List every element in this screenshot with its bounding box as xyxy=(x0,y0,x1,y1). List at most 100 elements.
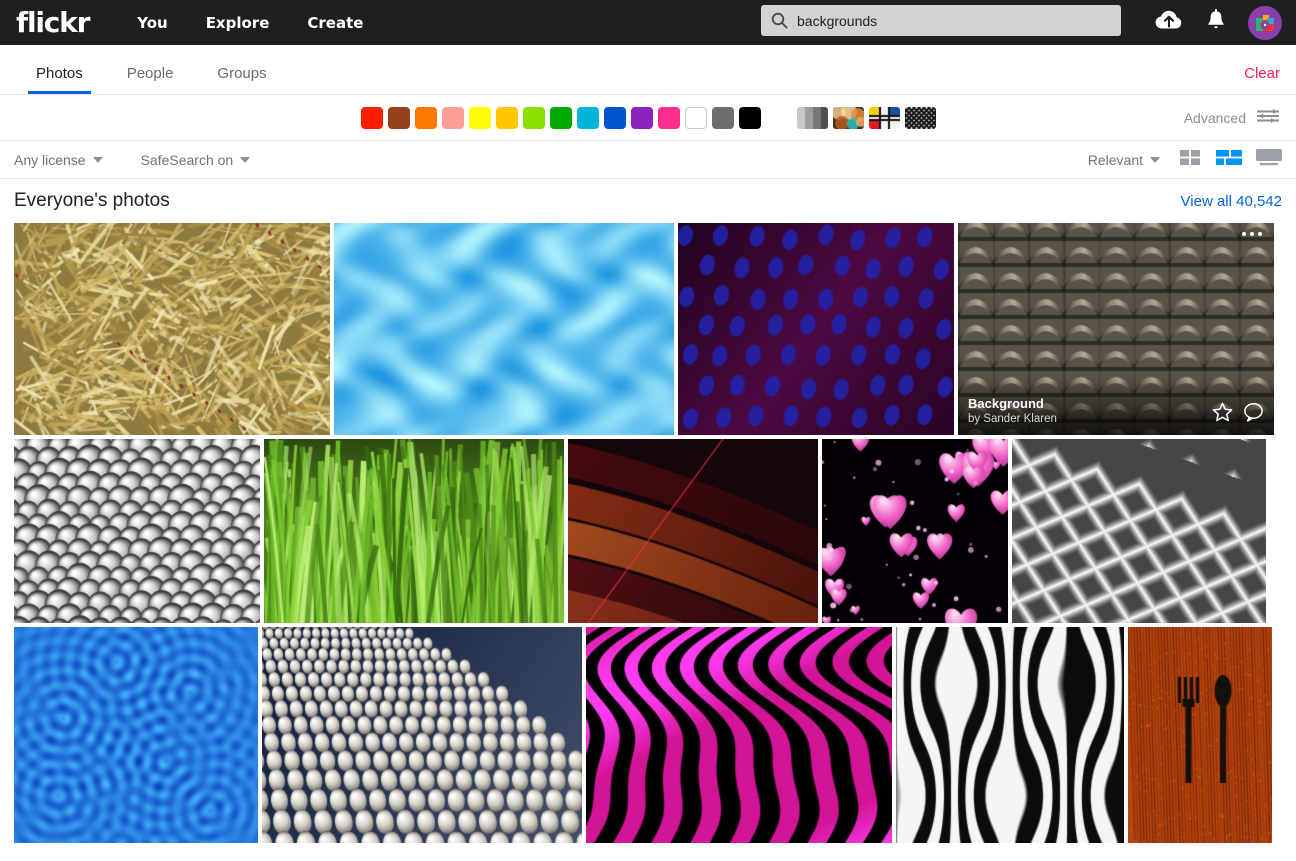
main-nav-links: You Explore Create xyxy=(137,14,363,32)
photo-thumbnail xyxy=(822,439,1008,623)
photo-thumbnail xyxy=(264,439,564,623)
style-swatch-minimalist[interactable] xyxy=(905,107,936,129)
photo-thumbnail xyxy=(14,439,260,623)
sort-dropdown[interactable]: Relevant xyxy=(1088,152,1160,168)
color-swatch-gray[interactable] xyxy=(712,107,734,129)
slideshow-view-icon[interactable] xyxy=(1256,148,1282,171)
photo-meta: Backgroundby Sander Klaren xyxy=(968,396,1212,427)
page-title: Everyone's photos xyxy=(14,190,170,212)
safesearch-dropdown[interactable]: SafeSearch on xyxy=(141,152,251,168)
results-filter-bar: Any license SafeSearch on Relevant xyxy=(0,141,1296,179)
view-controls: Relevant xyxy=(1088,148,1282,171)
photo-actions xyxy=(1212,402,1264,427)
chevron-down-icon xyxy=(240,157,250,163)
view-mode-buttons xyxy=(1180,148,1282,171)
photo-thumbnail xyxy=(334,223,674,435)
color-swatch-yellow-green[interactable] xyxy=(523,107,545,129)
photo-grid: Backgroundby Sander Klaren xyxy=(0,223,1296,843)
optical-stripes-texture[interactable] xyxy=(896,627,1124,843)
view-all-link[interactable]: View all 40,542 xyxy=(1181,193,1282,210)
photo-row: Backgroundby Sander Klaren xyxy=(14,223,1282,435)
style-swatch-black-and-white[interactable] xyxy=(797,107,828,129)
search-icon xyxy=(771,12,788,29)
style-swatch-shallow-depth-of-field[interactable] xyxy=(833,107,864,129)
photo-thumbnail xyxy=(1012,439,1266,623)
color-swatch-blue[interactable] xyxy=(604,107,626,129)
sliders-icon xyxy=(1256,108,1280,127)
nav-link-create[interactable]: Create xyxy=(307,14,363,32)
search-input[interactable] xyxy=(797,13,1097,29)
license-label: Any license xyxy=(14,152,86,168)
photo-row xyxy=(14,627,1282,843)
pool-water-texture[interactable] xyxy=(334,223,674,435)
photo-options-menu-icon[interactable] xyxy=(1242,232,1262,236)
white-zigzag-texture[interactable] xyxy=(1012,439,1266,623)
photo-thumbnail xyxy=(14,223,330,435)
upload-cloud-icon[interactable] xyxy=(1154,9,1184,36)
photo-thumbnail xyxy=(14,627,258,843)
roof-tiles-texture[interactable]: Backgroundby Sander Klaren xyxy=(958,223,1274,435)
color-swatch-cyan[interactable] xyxy=(577,107,599,129)
color-swatch-white[interactable] xyxy=(685,107,707,129)
color-swatch-gold[interactable] xyxy=(496,107,518,129)
justified-view-icon[interactable] xyxy=(1216,149,1242,171)
advanced-label: Advanced xyxy=(1184,110,1246,126)
tab-people[interactable]: People xyxy=(105,65,196,94)
photo-hover-overlay: Backgroundby Sander Klaren xyxy=(958,377,1274,435)
license-dropdown[interactable]: Any license xyxy=(14,152,103,168)
photo-thumbnail xyxy=(568,439,818,623)
top-navigation-bar: flickr You Explore Create xyxy=(0,0,1296,45)
style-swatch-list xyxy=(797,107,936,129)
tab-photos[interactable]: Photos xyxy=(14,65,105,94)
flickr-logo[interactable]: flickr xyxy=(16,9,89,37)
blue-ripples-texture[interactable] xyxy=(14,627,258,843)
dark-red-abstract-texture[interactable] xyxy=(568,439,818,623)
photo-title[interactable]: Background xyxy=(968,396,1212,412)
dry-grass-texture[interactable] xyxy=(14,223,330,435)
photo-author[interactable]: by Sander Klaren xyxy=(968,412,1212,427)
top-nav-icons xyxy=(1154,0,1282,45)
chevron-down-icon xyxy=(1150,157,1160,163)
green-grass-texture[interactable] xyxy=(264,439,564,623)
color-swatch-green[interactable] xyxy=(550,107,572,129)
silver-spheres-texture[interactable] xyxy=(14,439,260,623)
pink-zebra-texture[interactable] xyxy=(586,627,892,843)
pink-hearts-texture[interactable] xyxy=(822,439,1008,623)
search-tabs-bar: Photos People Groups Clear xyxy=(0,45,1296,95)
color-swatch-list xyxy=(361,107,761,129)
style-swatch-pattern[interactable] xyxy=(869,107,900,129)
clear-filters-button[interactable]: Clear xyxy=(1244,65,1280,82)
results-section-header: Everyone's photos View all 40,542 xyxy=(0,179,1296,223)
color-swatch-yellow[interactable] xyxy=(469,107,491,129)
avatar[interactable] xyxy=(1248,6,1282,40)
safesearch-label: SafeSearch on xyxy=(141,152,234,168)
nav-link-you[interactable]: You xyxy=(137,14,167,32)
color-filter-bar: Advanced xyxy=(0,95,1296,141)
orange-cutlery-texture[interactable] xyxy=(1128,627,1272,843)
photo-thumbnail xyxy=(1128,627,1272,843)
sort-label: Relevant xyxy=(1088,152,1143,168)
color-swatch-brown[interactable] xyxy=(388,107,410,129)
search-bar[interactable] xyxy=(761,5,1121,36)
color-swatch-purple[interactable] xyxy=(631,107,653,129)
comment-bubble-icon[interactable] xyxy=(1243,402,1264,427)
color-swatch-red[interactable] xyxy=(361,107,383,129)
advanced-search-button[interactable]: Advanced xyxy=(1184,108,1280,127)
color-swatch-orange[interactable] xyxy=(415,107,437,129)
favorite-star-icon[interactable] xyxy=(1212,402,1233,427)
purple-dots-texture[interactable] xyxy=(678,223,954,435)
search-tabs: Photos People Groups xyxy=(14,65,289,94)
silver-discs-texture[interactable] xyxy=(262,627,582,843)
nav-link-explore[interactable]: Explore xyxy=(206,14,270,32)
color-swatch-black[interactable] xyxy=(739,107,761,129)
photo-thumbnail xyxy=(678,223,954,435)
color-swatch-magenta[interactable] xyxy=(658,107,680,129)
photo-thumbnail xyxy=(896,627,1124,843)
color-swatch-salmon[interactable] xyxy=(442,107,464,129)
photo-thumbnail xyxy=(262,627,582,843)
chevron-down-icon xyxy=(93,157,103,163)
notification-bell-icon[interactable] xyxy=(1206,9,1226,37)
photo-row xyxy=(14,439,1282,623)
grid-view-icon[interactable] xyxy=(1180,149,1202,171)
tab-groups[interactable]: Groups xyxy=(195,65,288,94)
